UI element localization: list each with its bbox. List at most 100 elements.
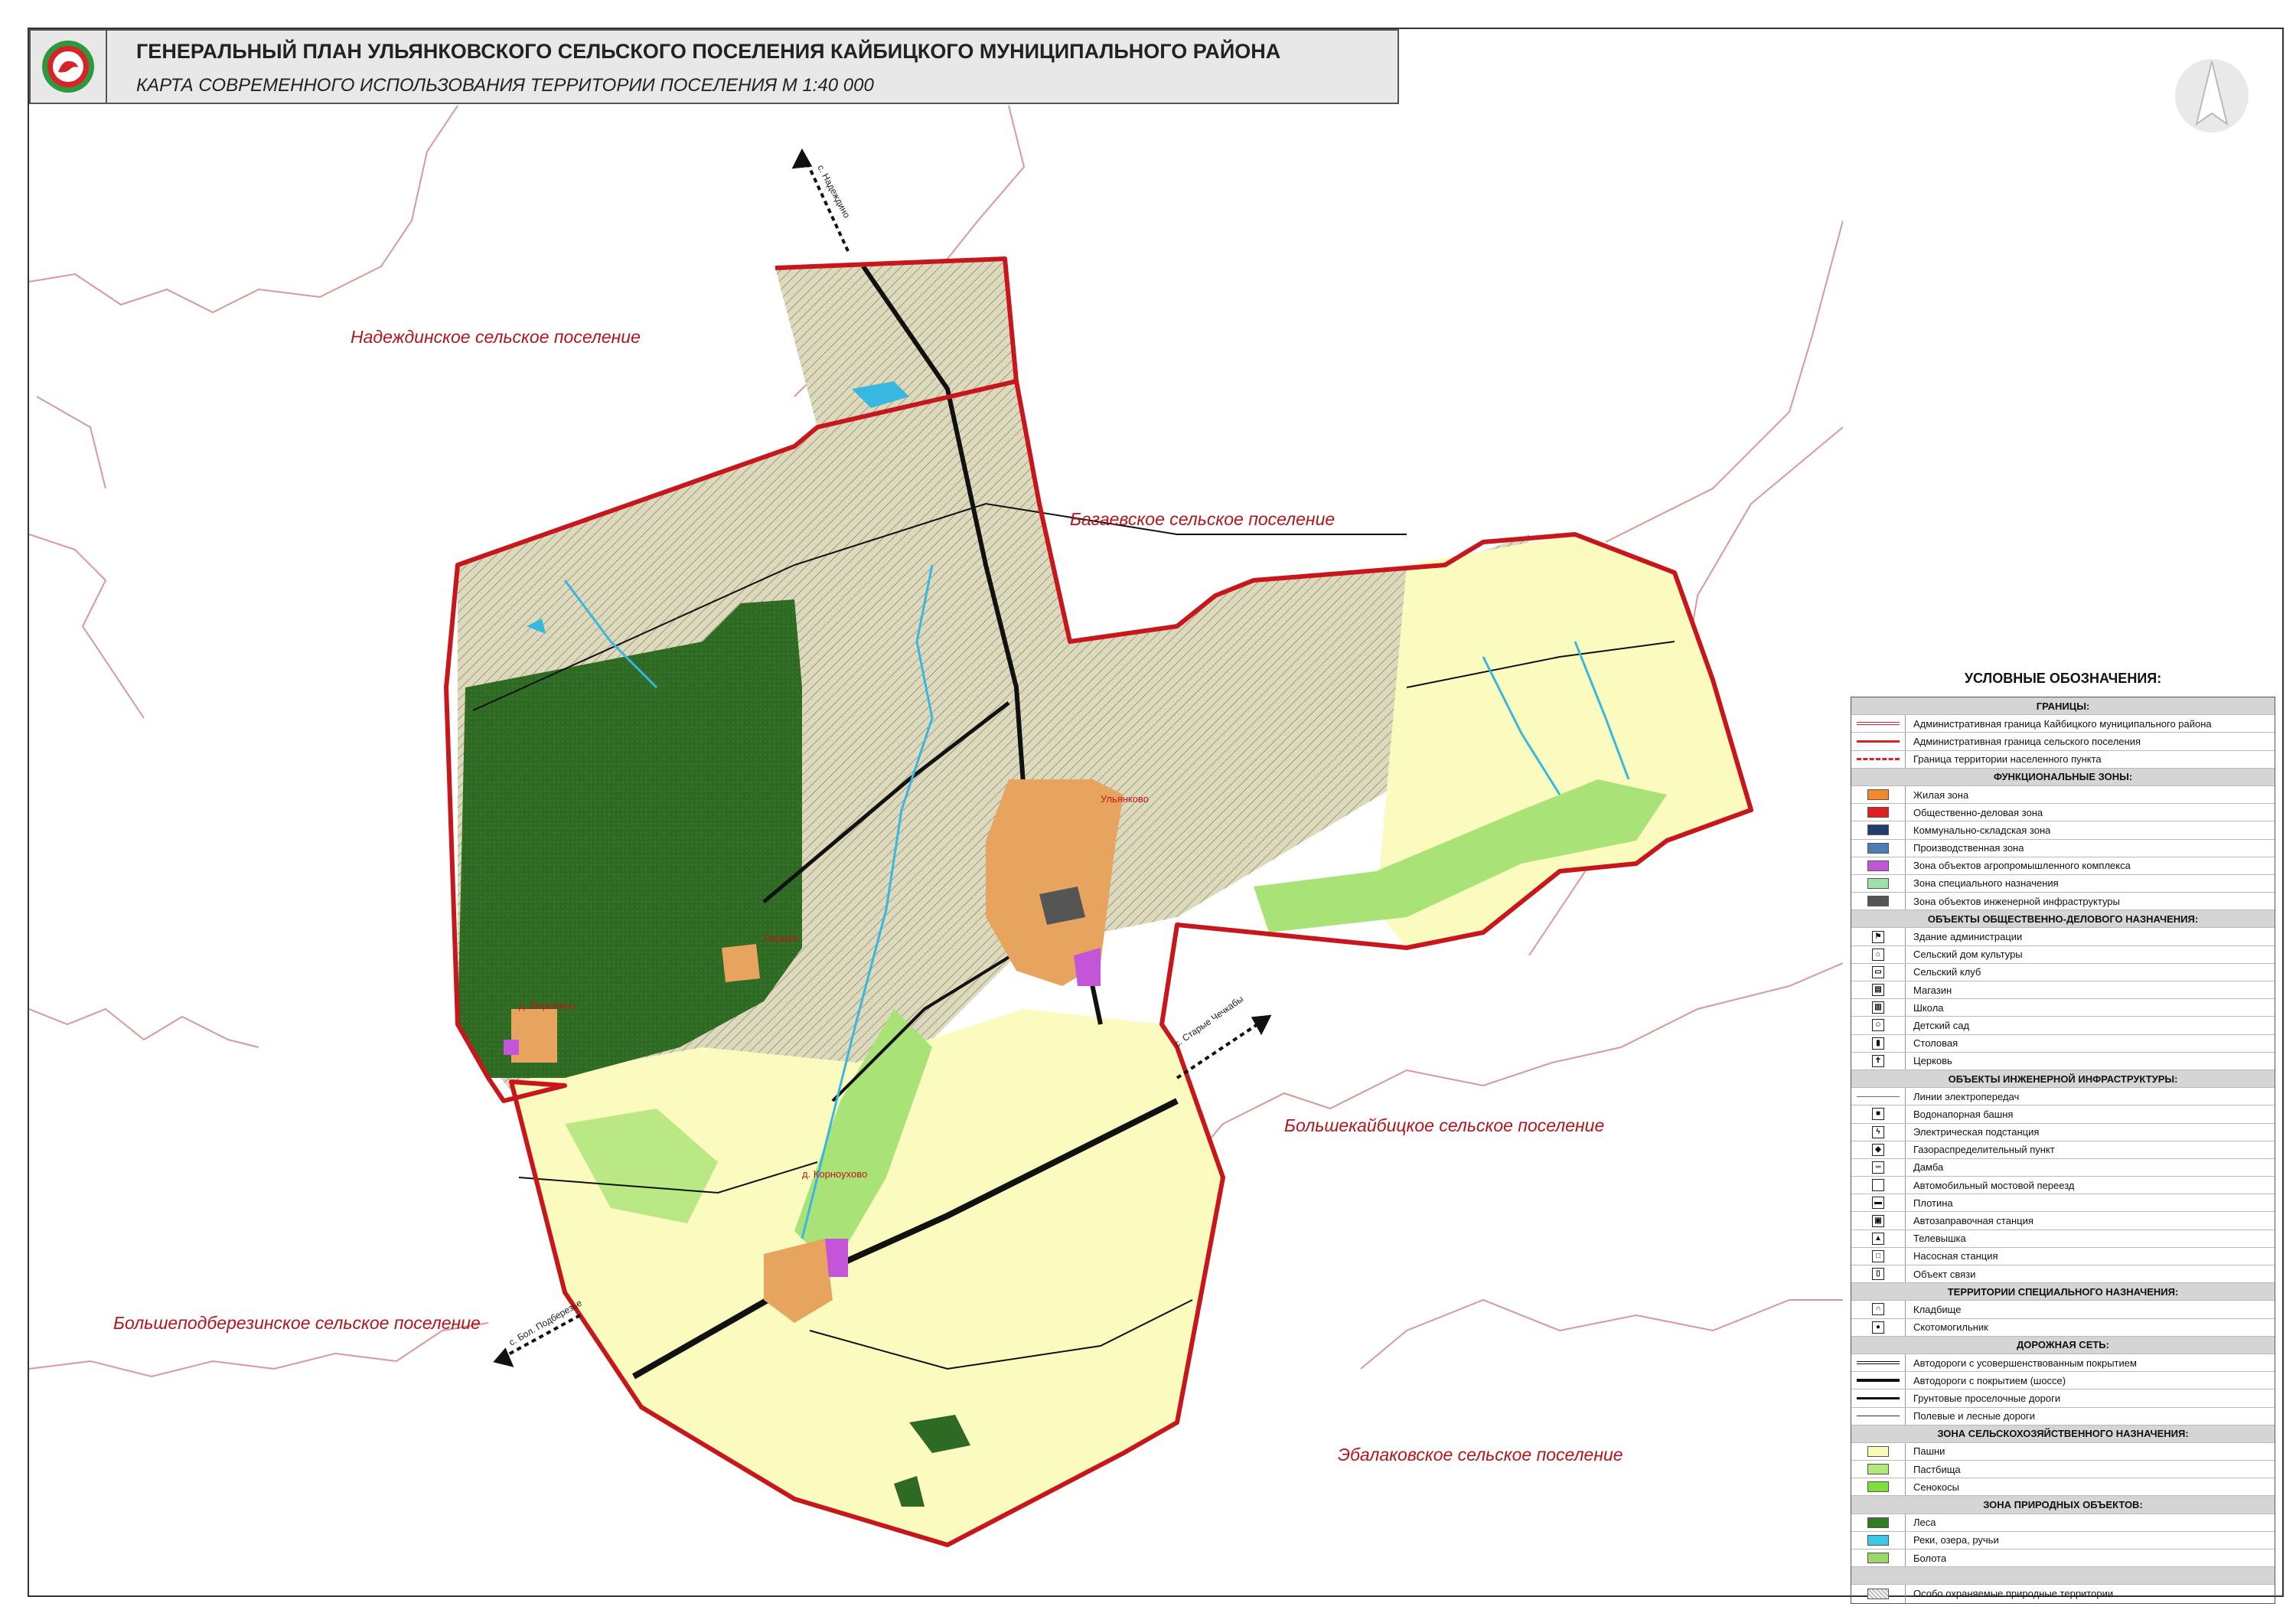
legend-label: Административная граница сельского посел… (1913, 735, 2141, 747)
legend-symbol (1851, 1585, 1906, 1603)
legend-label: Зона объектов агропромышленного комплекс… (1913, 860, 2131, 872)
legend-item: ☺ Детский сад (1851, 1017, 2275, 1035)
legend-symbol (1851, 1531, 1906, 1549)
legend-label: Производственная зона (1913, 842, 2024, 854)
legend-item: Автодороги с усовершенствованным покрыти… (1851, 1354, 2275, 1373)
legend-swatch (1867, 1445, 1889, 1457)
legend-swatch (1867, 1464, 1889, 1475)
legend-item: ● Скотомогильник (1851, 1318, 2275, 1337)
legend-item: Полевые и лесные дороги (1851, 1407, 2275, 1425)
legend-label: Пашни (1913, 1445, 1945, 1458)
legend-item: Административная граница сельского посел… (1851, 733, 2275, 751)
label-bolshekaybitskoe: Большекайбицкое сельское поселение (1284, 1115, 1604, 1135)
legend-symbol (1851, 1514, 1906, 1531)
legend-map-icon: ▭ (1872, 965, 1884, 978)
legend-map-icon: ◆ (1872, 1143, 1884, 1156)
legend-item: ═ Дамба (1851, 1158, 2275, 1177)
label-bagaevskoe: Багаевское сельское поселение (1070, 509, 1335, 529)
legend-map-icon: ▣ (1872, 1214, 1884, 1227)
legend-group-header: ОБЪЕКТЫ ОБЩЕСТВЕННО-ДЕЛОВОГО НАЗНАЧЕНИЯ: (1851, 910, 2275, 929)
legend-item: Производственная зона (1851, 839, 2275, 857)
legend-title: УСЛОВНЫЕ ОБОЗНАЧЕНИЯ: (1964, 671, 2162, 686)
legend-map-icon: ▮ (1872, 1037, 1884, 1050)
legend-item: Зона объектов инженерной инфраструктуры (1851, 893, 2275, 911)
legend-symbol: ⚑ (1851, 928, 1906, 945)
legend-line-symbol (1857, 1096, 1900, 1097)
map-legend: УСЛОВНЫЕ ОБОЗНАЧЕНИЯ: ГРАНИЦЫ: Администра… (1851, 671, 2275, 1604)
legend-label: Здание администрации (1913, 931, 2023, 943)
legend-symbol: ▬ (1851, 1194, 1906, 1212)
legend-item: Пастбища (1851, 1461, 2275, 1479)
legend-symbol (1851, 1390, 1906, 1407)
legend-label: Автодороги с усовершенствованным покрыти… (1913, 1357, 2137, 1369)
legend-swatch (1867, 807, 1889, 818)
legend-label: Сельский дом культуры (1913, 949, 2023, 961)
legend-table: ГРАНИЦЫ: Административная граница Кайбицк… (1851, 697, 2275, 1604)
legend-map-icon: □ (1872, 1249, 1884, 1262)
legend-label: Школа (1913, 1001, 1944, 1014)
legend-symbol: ✝ (1851, 1052, 1906, 1069)
legend-symbol: ▣ (1851, 1212, 1906, 1229)
legend-symbol (1851, 1407, 1906, 1425)
legend-symbol (1851, 1442, 1906, 1461)
legend-symbol: ▯ (1851, 1265, 1906, 1283)
label-ulyankovo: Ульянково (1101, 793, 1149, 805)
legend-symbol: ■ (1851, 1105, 1906, 1123)
legend-item: Автодороги с покрытием (шоссе) (1851, 1372, 2275, 1390)
map-subtitle: КАРТА СОВРЕМЕННОГО ИСПОЛЬЗОВАНИЯ ТЕРРИТО… (136, 75, 874, 96)
legend-item: ∩ Кладбище (1851, 1301, 2275, 1319)
legend-label: Кладбище (1913, 1303, 1962, 1315)
legend-label: Водонапорная башня (1913, 1108, 2014, 1120)
legend-symbol (1851, 839, 1906, 857)
legend-label: Телевышка (1913, 1233, 1966, 1245)
legend-symbol: ◆ (1851, 1141, 1906, 1158)
legend-item: Пашни (1851, 1442, 2275, 1461)
legend-item: Коммунально-складская зона (1851, 821, 2275, 840)
legend-symbol (1851, 1461, 1906, 1478)
label-kornoukhovo: д. Корноухово (802, 1168, 867, 1180)
legend-label: Коммунально-складская зона (1913, 824, 2051, 836)
legend-symbol: ● (1851, 1318, 1906, 1336)
legend-swatch (1867, 860, 1889, 871)
legend-label: Скотомогильник (1913, 1321, 1988, 1334)
legend-label: Полевые и лесные дороги (1913, 1410, 2036, 1422)
legend-line-symbol (1857, 740, 1900, 743)
legend-symbol: ∩ (1851, 1301, 1906, 1318)
legend-symbol (1851, 804, 1906, 821)
legend-label: Общественно-деловая зона (1913, 806, 2043, 818)
legend-map-icon: ▥ (1872, 1001, 1884, 1014)
legend-label: Насосная станция (1913, 1250, 1998, 1262)
legend-swatch (1867, 825, 1889, 836)
legend-label: Леса (1913, 1517, 1936, 1529)
map-title: ГЕНЕРАЛЬНЫЙ ПЛАН УЛЬЯНКОВСКОГО СЕЛЬСКОГО… (136, 40, 1281, 63)
legend-item: ▥ Школа (1851, 999, 2275, 1017)
legend-line-symbol (1857, 1361, 1900, 1365)
label-dir-north: с. Надеждино (815, 163, 852, 220)
legend-symbol (1851, 1550, 1906, 1567)
legend-line-symbol (1857, 758, 1900, 761)
legend-map-icon: ∩ (1872, 1303, 1884, 1316)
legend-label: Пастбища (1913, 1463, 1961, 1475)
legend-item: ▯ Объект связи (1851, 1265, 2275, 1284)
legend-symbol: ▮ (1851, 1034, 1906, 1052)
legend-item: Реки, озера, ручьи (1851, 1531, 2275, 1550)
legend-group-header: ЗОНА ПРИРОДНЫХ ОБЪЕКТОВ: (1851, 1496, 2275, 1514)
north-arrow-icon (2175, 59, 2249, 132)
legend-map-icon: ϟ (1872, 1125, 1884, 1138)
legend-map-icon: ■ (1872, 1108, 1884, 1121)
legend-label: Зона объектов инженерной инфраструктуры (1913, 895, 2120, 907)
legend-item: Зона специального назначения (1851, 874, 2275, 893)
legend-item: ▬ Плотина (1851, 1194, 2275, 1213)
legend-label: Электрическая подстанция (1913, 1126, 2040, 1138)
legend-map-icon: ⌂ (1872, 948, 1884, 961)
legend-hatch-swatch (1867, 1588, 1889, 1599)
legend-label: Столовая (1913, 1037, 1958, 1050)
legend-map-icon: ▬ (1872, 1197, 1884, 1210)
legend-item: Граница территории населенного пункта (1851, 750, 2275, 769)
legend-item: Общественно-деловая зона (1851, 804, 2275, 822)
legend-item: Особо охраняемые природные территории (1851, 1585, 2275, 1603)
legend-label: Автодороги с покрытием (шоссе) (1913, 1374, 2066, 1386)
legend-label: Сельский клуб (1913, 966, 1981, 978)
legend-line-symbol (1857, 722, 1900, 726)
legend-item: Жилая зона (1851, 785, 2275, 805)
